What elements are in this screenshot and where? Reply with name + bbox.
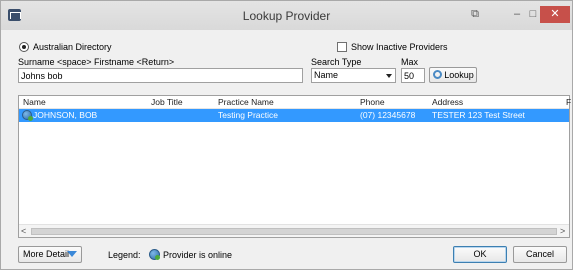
column-header-address[interactable]: Address [432,97,463,107]
column-header-name[interactable]: Name [23,97,46,107]
results-list[interactable]: Name Job Title Practice Name Phone Addre… [18,95,571,238]
more-detail-label: More Detail [23,249,70,259]
window-title: Lookup Provider [242,9,331,23]
lookup-button-label: Lookup [444,70,474,80]
cell-address: TESTER 123 Test Street [432,110,525,120]
scrollbar-thumb[interactable] [31,228,557,235]
legend-label: Legend: [108,250,141,260]
close-button[interactable]: ✕ [540,6,570,23]
ok-button[interactable]: OK [453,246,507,263]
search-type-select[interactable]: Name [311,68,396,83]
search-type-label: Search Type [311,57,362,67]
search-icon [433,70,442,79]
scroll-right-icon[interactable]: > [560,225,565,237]
name-search-hint: Surname <space> Firstname <Return> [18,57,175,67]
cancel-button[interactable]: Cancel [513,246,567,263]
horizontal-scrollbar[interactable]: < > [19,224,569,237]
lookup-button[interactable]: Lookup [429,67,477,83]
australian-directory-radio[interactable] [19,42,29,52]
column-header-job-title[interactable]: Job Title [151,97,183,107]
max-label: Max [401,57,419,67]
results-header: Name Job Title Practice Name Phone Addre… [19,96,571,109]
dropdown-arrow-icon [67,251,77,257]
lookup-provider-window: Lookup Provider ⧉ – □ ✕ Australian Direc… [0,0,573,270]
cell-phone: (07) 12345678 [360,110,416,120]
australian-directory-label: Australian Directory [33,42,112,52]
search-type-value: Name [314,70,339,80]
more-detail-button[interactable]: More Detail [18,246,82,263]
show-inactive-label: Show Inactive Providers [351,42,448,52]
show-inactive-checkbox[interactable] [337,42,347,52]
column-header-practice-name[interactable]: Practice Name [218,97,274,107]
table-row[interactable]: JOHNSON, BOB Testing Practice (07) 12345… [19,109,569,122]
scroll-left-icon[interactable]: < [21,225,26,237]
cell-practice-name: Testing Practice [218,110,278,120]
max-results-input[interactable] [401,68,425,83]
provider-online-icon [22,110,33,121]
cell-name: JOHNSON, BOB [33,110,98,120]
column-header-phone[interactable]: Phone [360,97,385,107]
provider-online-icon [149,249,160,260]
restore-pin-icon[interactable]: ⧉ [466,6,484,23]
column-header-more[interactable]: F [566,97,571,107]
legend-item-label: Provider is online [163,250,233,260]
title-bar: Lookup Provider ⧉ – □ ✕ [1,1,572,30]
chevron-down-icon [386,74,392,78]
name-search-input[interactable] [18,68,303,83]
